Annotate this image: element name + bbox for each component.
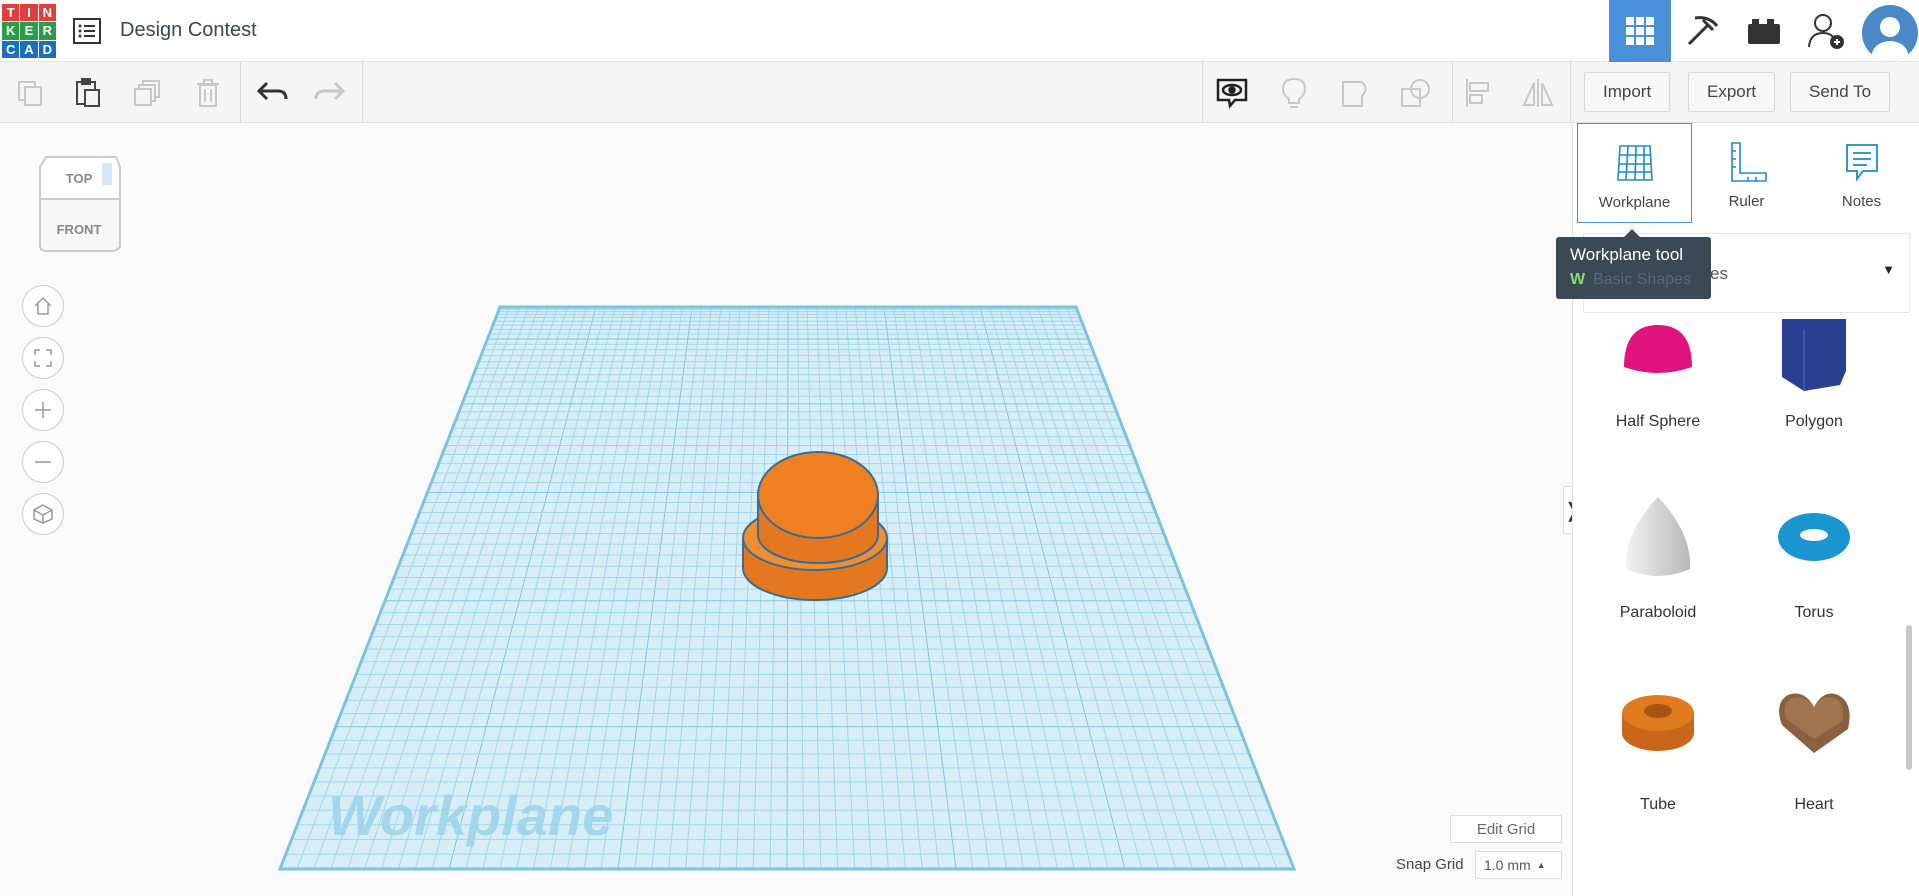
shape-torus[interactable]: Torus: [1734, 493, 1894, 633]
shape-heart[interactable]: Heart: [1734, 687, 1894, 827]
notes-visibility-icon[interactable]: [1212, 73, 1252, 113]
shape-label: Polygon: [1785, 413, 1843, 430]
bricks-icon[interactable]: [1733, 0, 1795, 62]
top-bar: TINKERCAD Design Contest: [0, 0, 1919, 62]
logo-letter: R: [38, 22, 56, 40]
add-user-icon[interactable]: [1795, 0, 1857, 62]
delete-icon[interactable]: [188, 73, 228, 113]
ungroup-icon[interactable]: [1396, 73, 1436, 113]
export-button[interactable]: Export: [1688, 72, 1776, 112]
view-cube-front-label[interactable]: FRONT: [36, 222, 122, 237]
edit-toolbar: Import Export Send To: [0, 62, 1919, 123]
grid-view-icon[interactable]: [1609, 0, 1671, 62]
logo-letter: T: [2, 4, 20, 22]
import-button[interactable]: Import: [1584, 72, 1671, 112]
panel-scrollbar[interactable]: [1906, 625, 1912, 770]
paraboloid-icon: [1625, 497, 1691, 576]
logo-letter: K: [2, 22, 20, 40]
3d-viewport[interactable]: Workplane TOP FRONT Edit Grid Snap Grid …: [0, 123, 1572, 896]
design-menu-icon[interactable]: [72, 16, 102, 46]
user-avatar[interactable]: [1857, 0, 1919, 62]
shape-label: Tube: [1640, 796, 1676, 813]
workplane-tool-label: Workplane: [1598, 194, 1671, 211]
logo-letter: A: [20, 40, 38, 58]
paste-icon[interactable]: [68, 73, 108, 113]
copy-icon[interactable]: [10, 73, 50, 113]
perspective-icon[interactable]: [22, 493, 64, 535]
notes-icon: [1845, 144, 1878, 182]
shape-label: Half Sphere: [1615, 413, 1701, 430]
design-title[interactable]: Design Contest: [120, 19, 257, 42]
shape-tube[interactable]: Tube: [1578, 687, 1738, 827]
tube-icon: [1622, 695, 1694, 751]
tooltip-title: Workplane tool: [1570, 245, 1684, 264]
view-cube[interactable]: TOP FRONT: [36, 153, 122, 253]
notes-tool-label: Notes: [1841, 193, 1882, 210]
duplicate-icon[interactable]: [128, 73, 168, 113]
redo-icon[interactable]: [310, 73, 350, 113]
logo-letter: E: [20, 22, 38, 40]
workplane-watermark: Workplane: [328, 784, 613, 847]
shape-label: Torus: [1794, 604, 1834, 621]
undo-icon[interactable]: [252, 73, 292, 113]
workplane-tool-button[interactable]: Workplane: [1577, 123, 1692, 223]
caret-up-icon: ▲: [1536, 860, 1546, 870]
ruler-tool-button[interactable]: Ruler: [1689, 123, 1804, 223]
zoom-out-icon[interactable]: [22, 441, 64, 483]
tooltip-arrow: [1624, 229, 1640, 237]
snap-grid-select[interactable]: 1.0 mm ▲: [1475, 851, 1562, 879]
shape-paraboloid[interactable]: Paraboloid: [1578, 493, 1738, 633]
logo-letter: D: [38, 40, 56, 58]
dropdown-caret-icon: ▼: [1882, 262, 1895, 277]
logo-letter: I: [20, 4, 38, 22]
snap-grid-value: 1.0 mm: [1484, 857, 1531, 873]
tinkercad-logo[interactable]: TINKERCAD: [2, 4, 56, 58]
mirror-icon[interactable]: [1518, 73, 1558, 113]
tooltip-shortcut: W: [1570, 271, 1586, 288]
notes-tool-button[interactable]: Notes: [1804, 123, 1919, 223]
fit-view-icon[interactable]: [22, 337, 64, 379]
logo-letter: C: [2, 40, 20, 58]
ruler-icon: [1730, 142, 1767, 182]
bulb-icon[interactable]: [1274, 73, 1314, 113]
half-sphere-icon: [1624, 325, 1692, 373]
shape-label: Paraboloid: [1619, 604, 1697, 621]
group-icon[interactable]: [1336, 73, 1376, 113]
edit-grid-button[interactable]: Edit Grid: [1450, 815, 1562, 843]
workplane-tooltip: Workplane tool W Basic Shapes: [1556, 237, 1711, 299]
pickaxe-icon[interactable]: [1671, 0, 1733, 62]
workplane-icon: [1616, 145, 1653, 181]
cylinder-shape-top[interactable]: [757, 451, 879, 564]
torus-icon: [1778, 513, 1850, 561]
tooltip-ghost-text: Basic Shapes: [1593, 271, 1691, 288]
zoom-in-icon[interactable]: [22, 389, 64, 431]
align-icon[interactable]: [1458, 73, 1498, 113]
logo-letter: N: [38, 4, 56, 22]
send-to-button[interactable]: Send To: [1790, 72, 1891, 112]
heart-icon: [1779, 693, 1850, 753]
snap-grid-label: Snap Grid: [1396, 856, 1464, 873]
polygon-icon: [1782, 319, 1846, 391]
home-view-icon[interactable]: [22, 285, 64, 327]
ruler-tool-label: Ruler: [1728, 193, 1765, 210]
view-cube-top-label[interactable]: TOP: [36, 171, 122, 186]
workplane-grid[interactable]: Workplane: [0, 123, 1572, 896]
shape-label: Heart: [1794, 796, 1834, 813]
